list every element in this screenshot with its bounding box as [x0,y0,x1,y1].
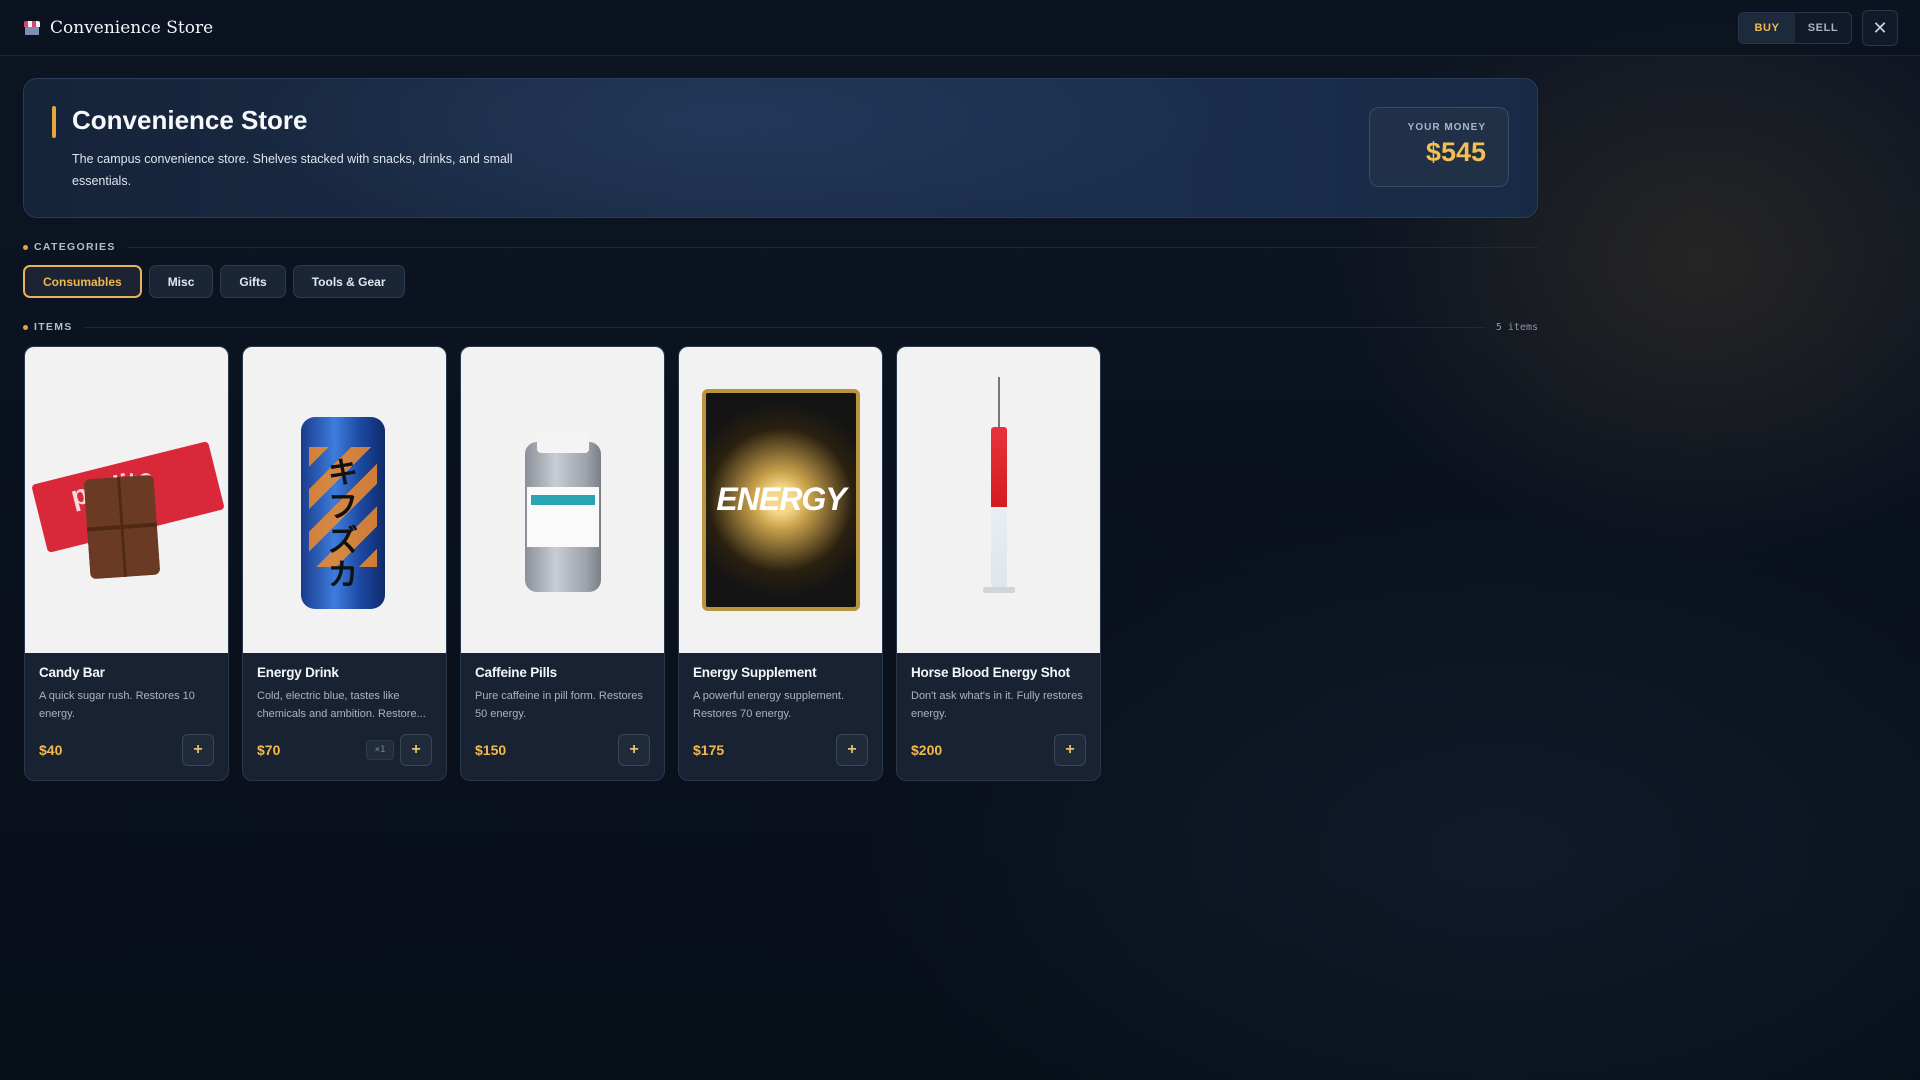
item-name: Candy Bar [39,665,105,680]
caffeine-pills-image [461,347,664,653]
item-price: $175 [693,742,725,758]
item-description: A quick sugar rush. Restores 10 energy. [39,690,195,720]
plus-icon: + [629,741,639,758]
buy-button[interactable]: BUY [1739,13,1795,43]
supplement-pouch: ENERGY [702,389,860,611]
item-description: Cold, electric blue, tastes like chemica… [257,690,426,720]
item-card[interactable]: ENERGY Energy Supplement A powerful ener… [678,346,883,781]
plus-icon: + [193,741,203,758]
bottle-label [527,487,599,547]
store-header-card: Convenience Store The campus convenience… [23,78,1538,218]
top-bar: Convenience Store BUY SELL ✕ [0,0,1920,56]
syringe-barrel [991,427,1007,587]
item-name: Caffeine Pills [475,665,557,680]
plus-icon: + [847,741,857,758]
plus-icon: + [1065,741,1075,758]
category-tools-gear[interactable]: Tools & Gear [292,265,405,298]
item-card[interactable]: pralite Candy Bar A quick sugar rush. Re… [24,346,229,781]
item-description: Pure caffeine in pill form. Restores 50 … [475,690,643,720]
item-price: $200 [911,742,943,758]
syringe-needle [998,377,1000,427]
items-count: 5 items [1495,321,1538,333]
window-title: Convenience Store [50,17,214,38]
item-price: $150 [475,742,507,758]
buy-sell-toggle: BUY SELL [1738,12,1852,44]
item-grid: pralite Candy Bar A quick sugar rush. Re… [24,346,1101,781]
close-icon: ✕ [1872,17,1888,38]
store-title: Convenience Store [72,105,308,135]
category-consumables[interactable]: Consumables [23,265,142,298]
syringe-plunger [983,587,1015,593]
item-description: A powerful energy supplement. Restores 7… [693,690,845,720]
add-to-cart-button[interactable]: + [618,734,650,766]
item-card[interactable]: キフズカ Energy Drink Cold, electric blue, t… [242,346,447,781]
bottle-cap [537,431,589,453]
categories-header: CATEGORIES [23,240,1538,254]
item-description: Don't ask what's in it. Fully restores e… [911,690,1083,720]
category-tabs: Consumables Misc Gifts Tools & Gear [23,265,405,298]
item-price: $40 [39,742,63,758]
divider [84,326,1486,328]
energy-drink-image: キフズカ [243,347,446,653]
store-description: The campus convenience store. Shelves st… [72,152,513,188]
money-value: $545 [1425,137,1486,167]
sell-button[interactable]: SELL [1795,13,1851,43]
quantity-badge: ×1 [366,740,394,760]
item-name: Horse Blood Energy Shot [911,665,1070,680]
energy-supplement-image: ENERGY [679,347,882,653]
item-name: Energy Supplement [693,665,817,680]
item-name: Energy Drink [257,665,339,680]
items-label: ITEMS [34,321,73,333]
candy-bar-image: pralite [25,347,228,653]
bullet-dot [23,324,28,330]
category-gifts[interactable]: Gifts [220,265,286,298]
store-icon [24,20,40,35]
bullet-dot [23,244,28,250]
item-price: $70 [257,742,281,758]
item-card[interactable]: Caffeine Pills Pure caffeine in pill for… [460,346,665,781]
plus-icon: + [411,741,421,758]
title-accent-bar [52,106,56,138]
divider [127,246,1538,248]
add-to-cart-button[interactable]: + [182,734,214,766]
category-misc[interactable]: Misc [148,265,214,298]
pouch-text: ENERGY [716,481,846,517]
item-card[interactable]: Horse Blood Energy Shot Don't ask what's… [896,346,1101,781]
items-header: ITEMS 5 items [23,320,1538,334]
can-label-text: キフズカ [328,457,358,592]
drink-can: キフズカ [301,417,385,609]
syringe-image [897,347,1100,653]
add-to-cart-button[interactable]: + [1054,734,1086,766]
add-to-cart-button[interactable]: + [836,734,868,766]
money-label: YOUR MONEY [1407,122,1486,133]
add-to-cart-button[interactable]: + [400,734,432,766]
close-button[interactable]: ✕ [1862,10,1898,46]
chocolate-piece [83,474,161,580]
money-display: YOUR MONEY $545 [1369,107,1509,187]
categories-label: CATEGORIES [34,241,116,253]
